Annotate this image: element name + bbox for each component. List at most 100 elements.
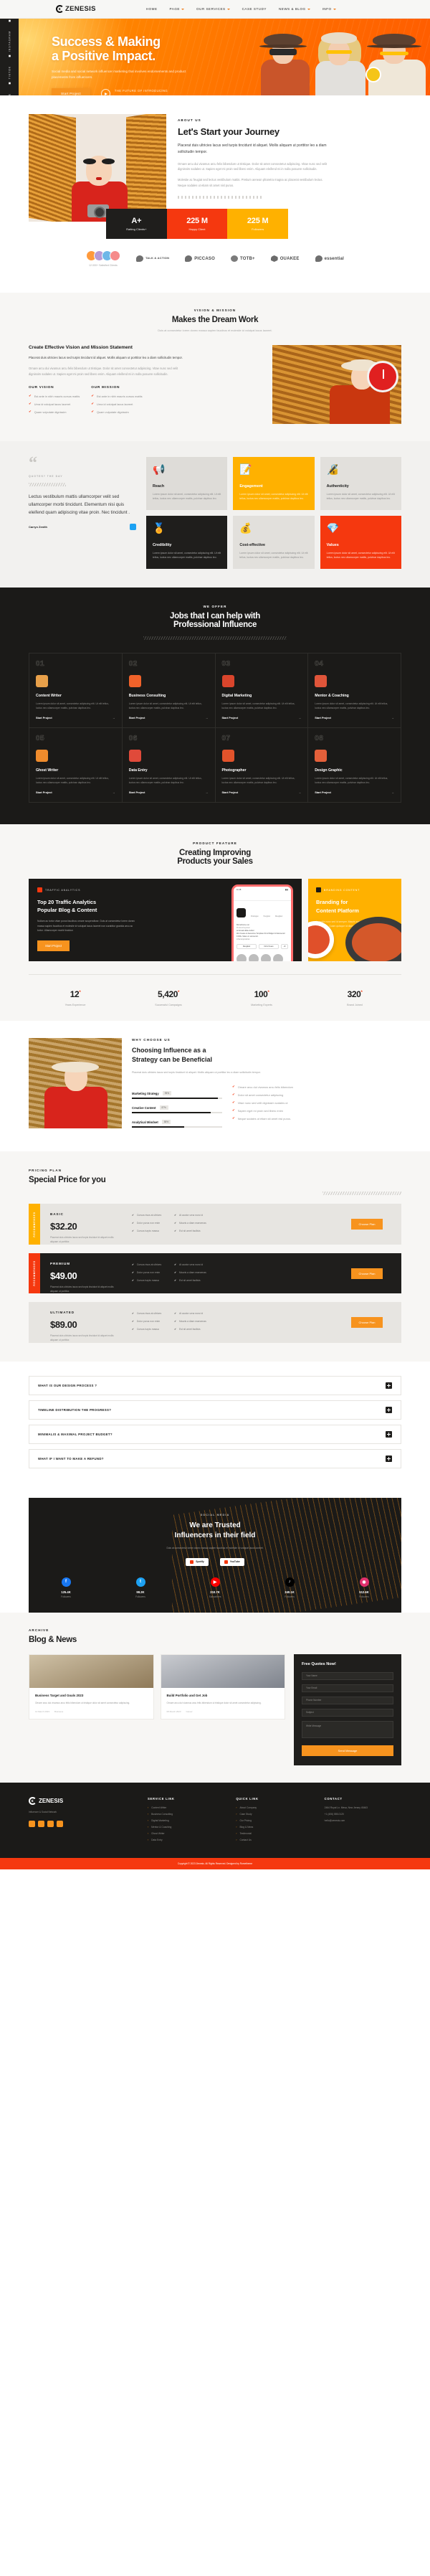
- vision-list-label: Urna id volutpat lacus laoreet: [34, 402, 71, 406]
- footer-link[interactable]: › Content Writer: [148, 1806, 224, 1809]
- footer-link[interactable]: › Testimonial: [236, 1832, 312, 1835]
- footer-logo[interactable]: ZENESIS: [29, 1796, 136, 1805]
- youtube-icon[interactable]: [57, 1820, 63, 1827]
- footer-link[interactable]: › About Company: [236, 1806, 312, 1809]
- youtube-logo: YouTube: [219, 1557, 244, 1566]
- service-start-link[interactable]: Start Project →: [36, 717, 115, 720]
- product-stat-value: 5,420*: [158, 989, 179, 1000]
- footer-link[interactable]: › Blog & News: [236, 1826, 312, 1829]
- phone-more-button[interactable]: +8: [281, 944, 288, 950]
- form-field-your-name[interactable]: Your Name: [302, 1671, 393, 1680]
- blog-post[interactable]: Business Target and Goals 2023 Ornare arc…: [29, 1653, 154, 1720]
- social-channel[interactable]: f 125.4K Followers: [29, 1577, 103, 1598]
- service-start-link[interactable]: Start Project →: [315, 717, 394, 720]
- faq-question: WHAT IF I WANT TO MAKE A REFUND?: [38, 1456, 104, 1461]
- service-start-link[interactable]: Start Project →: [36, 791, 115, 794]
- social-channel[interactable]: ◉ 512.6K Followers: [327, 1577, 401, 1598]
- plan-feature-item: ✔ Cursus risus at ultrices: [132, 1214, 161, 1217]
- footer-link[interactable]: › Business Consulting: [148, 1813, 224, 1816]
- nav-item-case-study[interactable]: CASE STUDY: [242, 7, 267, 11]
- plus-icon[interactable]: [386, 1455, 392, 1462]
- blog-post[interactable]: Build Portfolio and Get Job Ornare arcu d…: [160, 1653, 285, 1720]
- stat-badge-label: Happy Client: [188, 227, 206, 231]
- vision-eyebrow: VISION & MISSION: [194, 308, 236, 312]
- youtube-icon: ▶: [210, 1577, 220, 1587]
- service-start-link[interactable]: Start Project →: [222, 717, 302, 720]
- service-start-link[interactable]: Start Project →: [129, 717, 209, 720]
- choose-plan-button[interactable]: Choose Plan: [350, 1268, 383, 1279]
- footer-link-label: Digital Marketing: [151, 1818, 169, 1822]
- brand-logo[interactable]: ZENESIS: [56, 5, 96, 13]
- nav-item-our-services[interactable]: OUR SERVICES: [196, 7, 230, 11]
- product-stat: 100* Marketing Experts: [215, 988, 308, 1006]
- highlight-bubble[interactable]: [249, 954, 259, 962]
- footer-link[interactable]: › Case Study: [236, 1813, 312, 1816]
- feature-card-title: Values: [326, 543, 339, 547]
- twitter-icon[interactable]: [130, 523, 136, 530]
- skill-bar-label: Marketing Strategy: [132, 1091, 159, 1095]
- form-field-subject[interactable]: Subject: [302, 1708, 393, 1717]
- form-field-your-email[interactable]: Your Email: [302, 1684, 393, 1692]
- footer-link[interactable]: › Data Entry: [148, 1839, 224, 1841]
- skill-bar-track: [132, 1126, 222, 1128]
- message-textarea[interactable]: Write Message: [302, 1720, 393, 1738]
- spotify-label: Spotify: [196, 1560, 204, 1564]
- nav-item-news-blog[interactable]: NEWS & BLOG: [279, 7, 310, 11]
- form-field-phone-number[interactable]: Phone Number: [302, 1696, 393, 1704]
- play-icon[interactable]: [100, 89, 110, 95]
- service-start-link[interactable]: Start Project →: [129, 791, 209, 794]
- twitter-icon[interactable]: [38, 1820, 44, 1827]
- nav-item-home[interactable]: HOME: [146, 7, 158, 11]
- footer-link[interactable]: › Ghost Writer: [148, 1832, 224, 1835]
- phone-follow-button[interactable]: Mengikuti: [236, 944, 257, 950]
- highlight-bubble[interactable]: [236, 954, 247, 962]
- stat-badge-value: 225 M: [186, 217, 208, 225]
- choose-plan-button[interactable]: Choose Plan: [350, 1317, 383, 1329]
- hero-title-line1: Success & Making: [52, 34, 161, 49]
- data-entry-icon: [128, 750, 141, 763]
- choose-plan-button[interactable]: Choose Plan: [350, 1219, 383, 1230]
- clock-prop: [367, 361, 398, 392]
- facebook-icon[interactable]: [29, 1820, 35, 1827]
- start-project-button[interactable]: Start Project: [52, 88, 90, 95]
- social-channel[interactable]: ▶ 210.7K Subscribers: [178, 1577, 252, 1598]
- nav-item-info[interactable]: INFO: [322, 7, 336, 11]
- faq-item[interactable]: MINIMALIS & MAXIMAL PROJECT BUDGET?: [29, 1424, 401, 1444]
- service-title: Photographer: [221, 768, 247, 773]
- check-icon: ✔: [232, 1108, 235, 1113]
- social-channel[interactable]: ♪ 340.1K Followers: [252, 1577, 327, 1598]
- service-start-link[interactable]: Start Project →: [315, 791, 394, 794]
- instagram-icon[interactable]: [47, 1820, 54, 1827]
- faq-item[interactable]: TIMELINE DISTRIBUTION THE PROGRESS?: [29, 1400, 401, 1420]
- nav-item-page[interactable]: PAGE: [170, 7, 184, 11]
- highlight-bubble[interactable]: [273, 954, 283, 962]
- faq-item[interactable]: WHAT IS OUR DESIGN PROCESS ?: [29, 1375, 401, 1395]
- faq-item[interactable]: WHAT IF I WANT TO MAKE A REFUND?: [29, 1448, 401, 1468]
- plus-icon[interactable]: [386, 1406, 392, 1413]
- phone-stat: 431 Mengikuti: [275, 905, 282, 920]
- plus-icon[interactable]: [386, 1430, 392, 1438]
- traffic-start-project-button[interactable]: Start Project: [37, 940, 70, 952]
- service-text: Lorem ipsum dolor sit amet, consectetur …: [128, 777, 202, 785]
- hero-video-link[interactable]: THE FUTURE OF INTRODUCING THE MINUTES: [100, 88, 168, 95]
- service-number: 05: [36, 735, 45, 743]
- feature-card-title: Engagement: [239, 484, 263, 489]
- about-row: ABOUT US Let's Start your Journey Placer…: [29, 114, 401, 222]
- plan-feature-label: Cursus turpis massa: [136, 1278, 159, 1282]
- service-start-link[interactable]: Start Project →: [222, 791, 302, 794]
- footer-link[interactable]: › Our Pricing: [236, 1819, 312, 1822]
- avatar: [109, 250, 120, 261]
- blog-post-image: [29, 1654, 153, 1688]
- footer-link[interactable]: › Contact Us: [236, 1839, 312, 1841]
- phone-message-button[interactable]: Kirim Pesan: [259, 944, 279, 950]
- clients-strip: 12.000+ Satisfied Clients TALK & ACTION P…: [29, 239, 401, 283]
- back-arrow-icon[interactable]: ←: [236, 895, 239, 898]
- footer-link[interactable]: › Mentor & Coaching: [148, 1826, 224, 1829]
- plus-icon[interactable]: [386, 1382, 392, 1389]
- footer-link[interactable]: › Digital Marketing: [148, 1819, 224, 1822]
- send-message-button[interactable]: Send Message: [302, 1745, 393, 1756]
- skill-bar-head: Marketing Strategy 95%: [132, 1091, 222, 1096]
- highlight-bubble[interactable]: [261, 954, 271, 962]
- product-title-line2: Products your Sales: [177, 857, 253, 867]
- social-channel[interactable]: t 98.2K Followers: [103, 1577, 178, 1598]
